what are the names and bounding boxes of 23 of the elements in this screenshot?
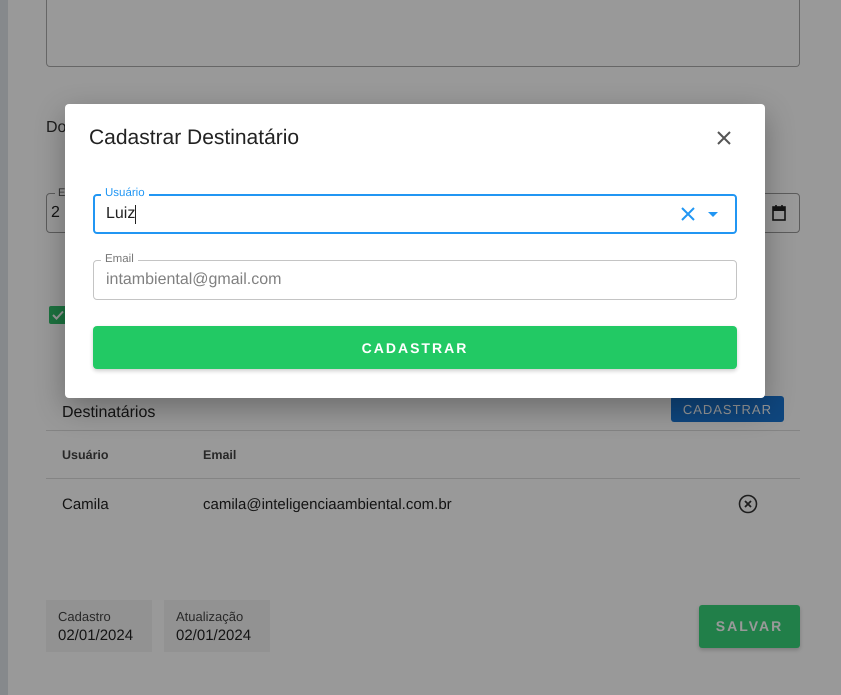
info-value: 02/01/2024 (176, 626, 252, 646)
close-icon[interactable] (717, 131, 731, 145)
section-title: Destinatários (62, 404, 156, 422)
column-header: Usuário (62, 448, 110, 462)
info-value: 02/01/2024 (58, 626, 134, 646)
submit-button[interactable]: CADASTRAR (93, 326, 737, 369)
info-label: Atualização (176, 608, 244, 625)
field-value: intambiental@gmail.com (106, 271, 282, 289)
field-value: Luiz (106, 205, 136, 223)
info-label: Cadastro (58, 608, 112, 625)
caret-icon[interactable] (708, 212, 718, 216)
add-button[interactable]: CADASTRAR (670, 396, 784, 422)
table-cell-text: Camila (62, 496, 110, 512)
text-cursor (135, 204, 136, 224)
table-cell-text: camila@inteligenciaambiental.com.br (203, 496, 453, 512)
remove-icon[interactable] (738, 494, 758, 514)
column-header: Email (203, 448, 238, 462)
field-value: 2 (51, 204, 60, 222)
clear-icon[interactable] (680, 206, 696, 222)
save-button[interactable]: SALVAR (699, 604, 800, 648)
section-heading: Do (46, 119, 66, 137)
calendar-icon[interactable] (772, 205, 786, 221)
dialog-title: Cadastrar Destinatário (89, 126, 300, 150)
